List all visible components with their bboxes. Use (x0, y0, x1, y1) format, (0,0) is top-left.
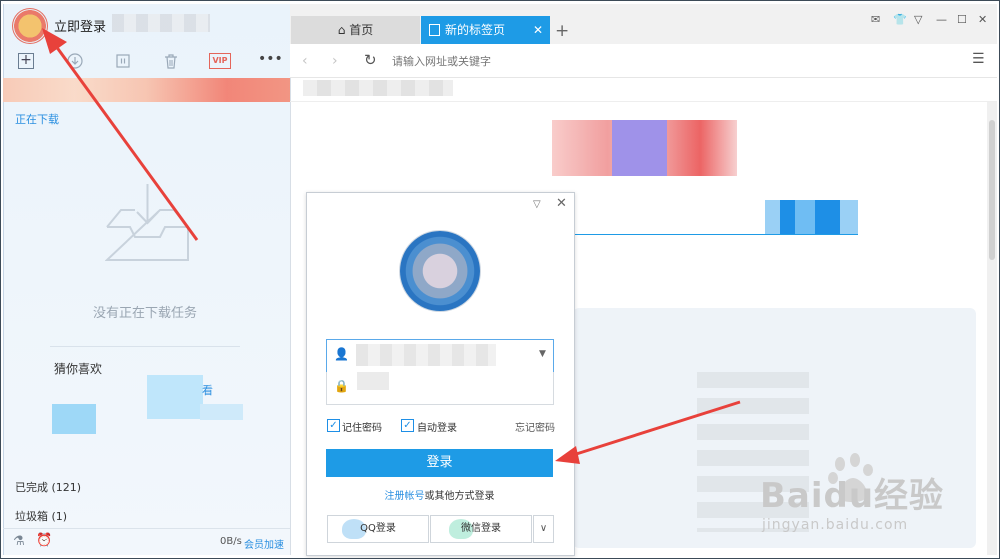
divider (50, 346, 240, 347)
add-tab-button[interactable]: + (555, 21, 569, 41)
minimize-icon[interactable]: — (936, 13, 947, 26)
recommend-link[interactable]: 看 (202, 382, 213, 398)
login-button[interactable]: 登录 (326, 449, 553, 477)
promo-banner-blurred[interactable] (3, 78, 290, 102)
user-avatar[interactable] (12, 8, 48, 44)
new-task-icon[interactable]: + (18, 53, 34, 69)
scrollbar-thumb[interactable] (989, 120, 995, 260)
account-value-blurred (356, 344, 496, 366)
tab-home[interactable]: ⌂ 首页 (291, 16, 420, 44)
more-login-options-button[interactable]: ∨ (533, 515, 554, 543)
lock-icon: 🔒 (334, 379, 349, 393)
account-info-blurred (112, 14, 210, 32)
maximize-icon[interactable]: ☐ (957, 13, 967, 26)
wechat-login-button[interactable]: 微信登录 (430, 515, 532, 543)
lab-flask-icon[interactable]: ⚗ (13, 534, 25, 549)
delete-icon[interactable] (162, 52, 180, 70)
download-start-icon[interactable] (66, 52, 84, 70)
remember-password-checkbox[interactable]: ✓ (327, 419, 340, 432)
recommend-thumbnail[interactable] (52, 404, 96, 434)
skin-shirt-icon[interactable]: 👕 (893, 13, 907, 26)
tab-label: 首页 (349, 23, 374, 37)
wechat-login-label: 微信登录 (461, 523, 501, 534)
dialog-dropdown-icon[interactable]: ▽ (533, 199, 541, 210)
downloading-section-label[interactable]: 正在下载 (15, 111, 59, 127)
menu-dropdown-icon[interactable]: ▽ (914, 13, 922, 26)
vip-icon[interactable]: VIP (209, 53, 231, 69)
empty-download-text: 没有正在下载任务 (92, 306, 197, 321)
account-dropdown-icon[interactable]: ▼ (539, 349, 546, 359)
more-icon[interactable]: ••• (258, 50, 283, 68)
recommend-thumbnail[interactable] (147, 375, 203, 419)
tab-new-tab[interactable]: 新的标签页 ✕ (421, 16, 550, 44)
alarm-clock-icon[interactable]: ⏰ (36, 533, 52, 548)
qq-login-label: QQ登录 (360, 523, 396, 534)
forward-arrow-icon[interactable]: › (332, 53, 338, 69)
other-login-text: 或其他方式登录 (424, 491, 495, 502)
auto-login-label[interactable]: 自动登录 (417, 419, 457, 434)
auto-login-checkbox[interactable]: ✓ (401, 419, 414, 432)
register-line: 注册帐号或其他方式登录 (306, 487, 573, 502)
home-icon: ⌂ (337, 23, 346, 37)
trash-section-label[interactable]: 垃圾箱 (1) (15, 508, 67, 524)
pause-icon[interactable] (114, 52, 132, 70)
close-window-icon[interactable]: ✕ (978, 13, 987, 26)
mail-icon[interactable]: ✉ (871, 13, 880, 26)
forgot-password-link[interactable]: 忘记密码 (515, 419, 555, 434)
url-input[interactable] (392, 51, 952, 71)
dialog-close-icon[interactable]: ✕ (556, 196, 567, 211)
empty-inbox-icon (105, 184, 189, 261)
watermark-url: jingyan.baidu.com (762, 517, 909, 533)
tab-label: 新的标签页 (445, 23, 506, 37)
close-tab-icon[interactable]: ✕ (533, 16, 543, 44)
recommend-title: 猜你喜欢 (54, 362, 103, 376)
password-value-blurred (357, 372, 389, 390)
remember-password-label[interactable]: 记住密码 (342, 419, 382, 434)
register-link[interactable]: 注册帐号 (385, 491, 425, 502)
back-arrow-icon[interactable]: ‹ (302, 53, 308, 69)
recommend-thumbnail[interactable] (200, 404, 243, 420)
login-link[interactable]: 立即登录 (54, 16, 106, 35)
user-icon: 👤 (334, 347, 349, 361)
hamburger-menu-icon[interactable]: ☰ (972, 51, 985, 67)
refresh-icon[interactable]: ↻ (364, 51, 377, 69)
vip-speed-link[interactable]: 会员加速 (244, 536, 284, 551)
completed-section-label[interactable]: 已完成 (121) (15, 479, 81, 495)
site-logo-blurred (552, 120, 737, 176)
login-avatar (400, 231, 480, 311)
page-icon (429, 24, 440, 36)
qq-login-button[interactable]: QQ登录 (327, 515, 429, 543)
bookmark-blurred[interactable] (303, 80, 453, 96)
watermark-brand: Baidu经验 (760, 476, 945, 516)
download-speed: 0B/s (220, 536, 242, 547)
search-box-blurred[interactable] (575, 200, 858, 235)
